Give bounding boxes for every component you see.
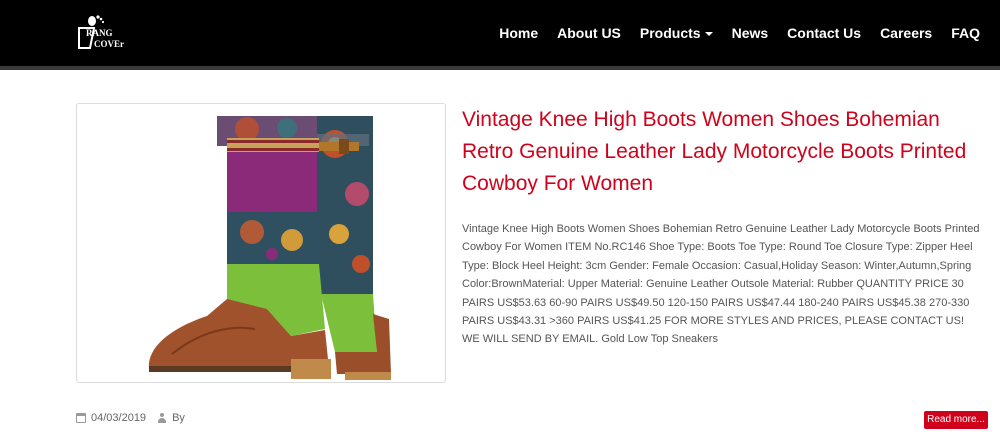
nav-news-label: News	[731, 25, 769, 41]
site-header: RANG COVEr Home About US Products News C…	[0, 0, 1000, 70]
post-date: 04/03/2019	[91, 412, 147, 424]
product-image[interactable]	[76, 103, 446, 383]
boot-image	[148, 116, 391, 380]
product-description: Vintage Knee High Boots Women Shoes Bohe…	[462, 223, 980, 346]
nav-products[interactable]: Products	[640, 25, 713, 41]
nav-contact-us-label: Contact Us	[787, 25, 862, 41]
nav-contact-us[interactable]: Contact Us	[787, 25, 861, 41]
nav-faq[interactable]: FAQ	[951, 25, 980, 41]
nav-about-us[interactable]: About US	[557, 25, 621, 41]
site-logo[interactable]: RANG COVEr	[76, 14, 146, 54]
nav-about-us-label: About US	[557, 25, 621, 41]
nav-news[interactable]: News	[732, 25, 769, 41]
nav-home-label: Home	[499, 25, 539, 41]
footprint-logo-icon: RANG COVEr	[78, 15, 124, 49]
nav-products-label: Products	[639, 25, 701, 41]
product-title[interactable]: Vintage Knee High Boots Women Shoes Bohe…	[462, 104, 982, 200]
logo-text-top: RANG	[86, 28, 113, 38]
caret-down-icon	[704, 32, 713, 36]
nav-careers-label: Careers	[880, 25, 933, 41]
nav-faq-label: FAQ	[951, 25, 980, 41]
user-icon	[157, 413, 167, 423]
post-author-label: By	[172, 412, 185, 424]
nav-home[interactable]: Home	[499, 25, 538, 41]
post-meta: 04/03/2019 By	[76, 412, 185, 424]
logo-text-bottom: COVEr	[94, 39, 124, 49]
nav-careers[interactable]: Careers	[880, 25, 932, 41]
main-nav: Home About US Products News Contact Us C…	[480, 0, 980, 66]
calendar-icon	[76, 413, 86, 423]
read-more-button[interactable]: Read more...	[924, 411, 988, 429]
